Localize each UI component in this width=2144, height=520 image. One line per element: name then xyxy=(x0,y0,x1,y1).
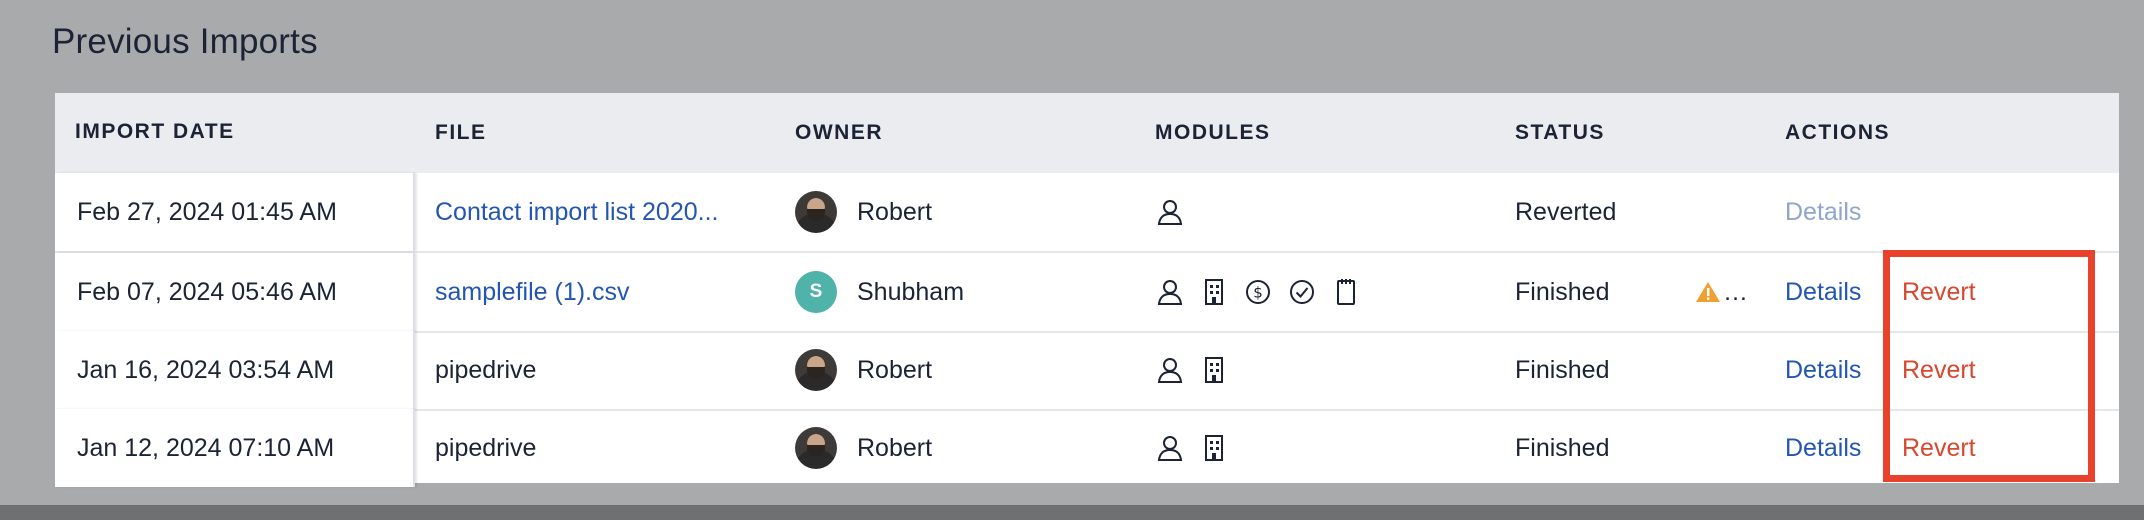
svg-text:$: $ xyxy=(1253,284,1263,302)
owner-name: Robert xyxy=(857,356,933,384)
status-text: Reverted xyxy=(1515,198,1617,226)
status-text: Finished xyxy=(1515,434,1610,462)
owner: Robert xyxy=(795,409,932,487)
owner: Robert xyxy=(795,173,932,251)
avatar xyxy=(795,427,837,469)
revert-button[interactable]: Revert xyxy=(1902,331,1976,409)
owner-name: Robert xyxy=(857,198,933,226)
person-icon xyxy=(1157,200,1183,225)
header-actions: ACTIONS xyxy=(1785,121,1890,144)
imports-table: IMPORT DATE FILE OWNER MODULES STATUS AC… xyxy=(55,93,2119,487)
import-date: Jan 16, 2024 03:54 AM xyxy=(55,331,415,409)
person-icon xyxy=(1157,358,1183,383)
dollar-icon: $ xyxy=(1246,280,1270,304)
modules: $ xyxy=(1155,253,1361,331)
person-icon xyxy=(1157,436,1183,461)
table-header: IMPORT DATE FILE OWNER MODULES STATUS AC… xyxy=(55,93,2119,173)
warning-ellipsis: … xyxy=(1723,278,1748,306)
status-text: Finished xyxy=(1515,278,1610,306)
owner: Robert xyxy=(795,331,932,409)
owner-name: Robert xyxy=(857,434,933,462)
avatar xyxy=(795,191,837,233)
table-row: Jan 12, 2024 07:10 AM pipedrive Robert F… xyxy=(55,409,2119,487)
import-date: Feb 07, 2024 05:46 AM xyxy=(55,253,415,331)
header-import-date[interactable]: IMPORT DATE xyxy=(55,93,415,173)
import-date: Feb 27, 2024 01:45 AM xyxy=(55,173,415,251)
import-date: Jan 12, 2024 07:10 AM xyxy=(55,409,415,487)
bottom-scrollbar-area xyxy=(0,505,2144,520)
person-icon xyxy=(1157,280,1183,305)
warning-icon xyxy=(1696,282,1720,302)
building-icon xyxy=(1205,279,1223,305)
owner: S Shubham xyxy=(795,253,964,331)
details-link[interactable]: Details xyxy=(1785,409,1861,487)
table-row: Jan 16, 2024 03:54 AM pipedrive Robert F… xyxy=(55,331,2119,411)
avatar xyxy=(795,349,837,391)
table-row: Feb 07, 2024 05:46 AM samplefile (1).csv… xyxy=(55,253,2119,333)
building-icon xyxy=(1205,435,1223,461)
page-title: Previous Imports xyxy=(52,22,318,61)
details-link[interactable]: Details xyxy=(1785,331,1861,409)
modules xyxy=(1155,331,1229,409)
building-icon xyxy=(1205,357,1223,383)
owner-name: Shubham xyxy=(857,278,965,306)
header-status[interactable]: STATUS xyxy=(1515,93,1605,173)
file-name: pipedrive xyxy=(435,434,537,462)
file-name: pipedrive xyxy=(435,356,537,384)
notepad-icon xyxy=(1337,279,1355,305)
details-link[interactable]: Details xyxy=(1785,173,1861,251)
status-text: Finished xyxy=(1515,356,1610,384)
modules xyxy=(1155,173,1185,251)
details-link[interactable]: Details xyxy=(1785,253,1861,331)
header-modules[interactable]: MODULES xyxy=(1155,93,1271,173)
check-circle-icon xyxy=(1290,280,1314,304)
file-link[interactable]: samplefile (1).csv xyxy=(435,253,795,331)
warning-indicator[interactable]: … xyxy=(1695,253,1748,331)
avatar: S xyxy=(795,271,837,313)
revert-button[interactable]: Revert xyxy=(1902,253,1976,331)
header-file[interactable]: FILE xyxy=(435,93,487,173)
file-link[interactable]: Contact import list 2020... xyxy=(435,173,795,251)
table-row: Feb 27, 2024 01:45 AM Contact import lis… xyxy=(55,173,2119,253)
header-owner[interactable]: OWNER xyxy=(795,93,883,173)
modules xyxy=(1155,409,1229,487)
revert-button[interactable]: Revert xyxy=(1902,409,1976,487)
